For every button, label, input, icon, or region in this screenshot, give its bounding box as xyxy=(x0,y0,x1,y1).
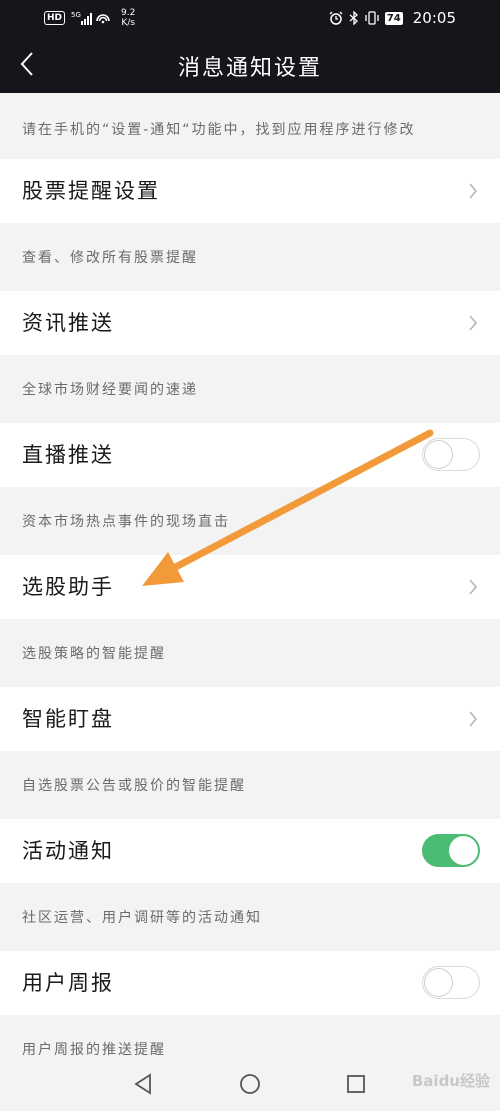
chevron-right-icon xyxy=(469,711,478,727)
nav-back-icon[interactable] xyxy=(132,1073,154,1095)
row-description: 查看、修改所有股票提醒 xyxy=(0,223,500,291)
status-left: HD 5G 9.2 K/s xyxy=(44,8,135,28)
settings-row-smart-watch[interactable]: 智能盯盘 xyxy=(0,687,500,751)
status-bar: HD 5G 9.2 K/s 74 20:05 xyxy=(0,0,500,36)
live-push-toggle[interactable] xyxy=(422,438,480,471)
page-title: 消息通知设置 xyxy=(177,56,322,81)
toggle-knob xyxy=(424,440,453,469)
row-description: 全球市场财经要闻的速递 xyxy=(0,355,500,423)
toggle-knob xyxy=(449,836,478,865)
row-label: 活动通知 xyxy=(22,839,114,863)
nav-recents-icon[interactable] xyxy=(345,1073,367,1095)
settings-row-stock-picker[interactable]: 选股助手 xyxy=(0,555,500,619)
settings-row-stock-alerts[interactable]: 股票提醒设置 xyxy=(0,159,500,223)
row-description: 自选股票公告或股价的智能提醒 xyxy=(0,751,500,819)
clock: 20:05 xyxy=(412,9,456,27)
weekly-report-toggle[interactable] xyxy=(422,966,480,999)
watermark: Baidu经验 xyxy=(411,1072,490,1090)
bluetooth-icon xyxy=(349,11,358,25)
vibrate-icon xyxy=(365,11,379,25)
settings-row-news-push[interactable]: 资讯推送 xyxy=(0,291,500,355)
settings-row-weekly-report: 用户周报 xyxy=(0,951,500,1015)
network-speed: 9.2 K/s xyxy=(121,8,135,28)
activity-notice-toggle[interactable] xyxy=(422,834,480,867)
row-label: 直播推送 xyxy=(22,443,114,467)
row-label: 选股助手 xyxy=(22,575,114,599)
svg-text:5G: 5G xyxy=(71,11,81,19)
toggle-knob xyxy=(424,968,453,997)
nav-home-icon[interactable] xyxy=(239,1073,261,1095)
row-label: 智能盯盘 xyxy=(22,707,114,731)
chevron-right-icon xyxy=(469,579,478,595)
row-description: 资本市场热点事件的现场直击 xyxy=(0,487,500,555)
row-description: 社区运营、用户调研等的活动通知 xyxy=(0,883,500,951)
status-right: 74 20:05 xyxy=(329,8,456,28)
hd-badge: HD xyxy=(44,11,66,25)
settings-row-live-push: 直播推送 xyxy=(0,423,500,487)
settings-row-activity-notice: 活动通知 xyxy=(0,819,500,883)
row-description: 选股策略的智能提醒 xyxy=(0,619,500,687)
nav-bar: 消息通知设置 xyxy=(0,36,500,93)
chevron-right-icon xyxy=(469,183,478,199)
alarm-icon xyxy=(329,11,343,25)
row-label: 资讯推送 xyxy=(22,311,114,335)
battery-icon: 74 xyxy=(384,11,403,25)
speed-unit: K/s xyxy=(121,18,135,28)
intro-note: 请在手机的“设置-通知“功能中，找到应用程序进行修改 xyxy=(0,93,500,159)
settings-list: 请在手机的“设置-通知“功能中，找到应用程序进行修改 股票提醒设置 查看、修改所… xyxy=(0,93,500,1083)
signal-icon: 5G xyxy=(71,11,111,25)
chevron-right-icon xyxy=(469,315,478,331)
row-label: 用户周报 xyxy=(22,971,114,995)
row-label: 股票提醒设置 xyxy=(22,179,160,203)
speed-value: 9.2 xyxy=(121,8,136,18)
